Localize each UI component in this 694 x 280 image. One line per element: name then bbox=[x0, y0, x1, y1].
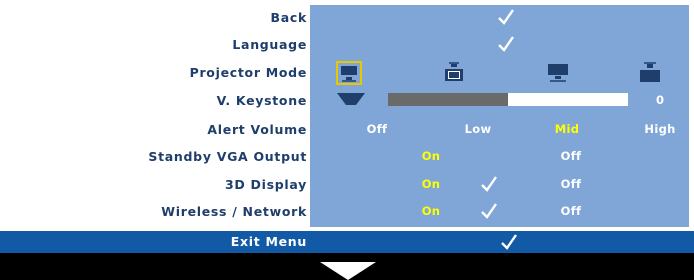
standby-vga-output-label: Standby VGA Output bbox=[148, 149, 307, 164]
alert-volume-option-high[interactable]: High bbox=[644, 117, 675, 142]
menu-row-exit[interactable]: Exit Menu bbox=[0, 231, 694, 253]
v-keystone-label: V. Keystone bbox=[216, 93, 307, 108]
checkmark-icon bbox=[481, 203, 497, 219]
language-label: Language bbox=[232, 37, 307, 52]
menu-row-3d-display: 3D Display On Off bbox=[0, 172, 694, 197]
front-projection-ceiling-icon[interactable] bbox=[637, 61, 663, 85]
v-keystone-slider-fill bbox=[388, 93, 508, 106]
menu-row-projector-mode: Projector Mode bbox=[0, 60, 694, 85]
3d-display-option-on[interactable]: On bbox=[422, 172, 441, 197]
checkmark-icon bbox=[498, 9, 514, 25]
alert-volume-option-mid[interactable]: Mid bbox=[555, 117, 580, 142]
menu-row-back[interactable]: Back bbox=[0, 5, 694, 30]
menu-row-v-keystone: V. Keystone 0 bbox=[0, 92, 694, 117]
v-keystone-slider[interactable] bbox=[388, 93, 628, 106]
3d-display-label: 3D Display bbox=[225, 177, 307, 192]
menu-row-language[interactable]: Language bbox=[0, 32, 694, 57]
keystone-trapezoid-icon bbox=[337, 93, 365, 105]
wireless-network-option-off[interactable]: Off bbox=[561, 199, 582, 224]
front-projection-desktop-icon[interactable] bbox=[336, 61, 362, 85]
checkmark-icon bbox=[481, 176, 497, 192]
standby-vga-option-off[interactable]: Off bbox=[561, 144, 582, 169]
back-label: Back bbox=[270, 10, 307, 25]
menu-row-wireless-network: Wireless / Network On Off bbox=[0, 199, 694, 224]
rear-projection-ceiling-icon[interactable] bbox=[441, 61, 467, 85]
menu-row-standby-vga-output: Standby VGA Output On Off bbox=[0, 144, 694, 169]
alert-volume-label: Alert Volume bbox=[207, 122, 307, 137]
alert-volume-option-off[interactable]: Off bbox=[367, 117, 388, 142]
checkmark-icon bbox=[501, 234, 517, 250]
v-keystone-value: 0 bbox=[656, 93, 665, 107]
wireless-network-option-on[interactable]: On bbox=[422, 199, 441, 224]
projector-osd-menu: Back Language Projector Mode V. Keystone… bbox=[0, 0, 694, 280]
exit-menu-label: Exit Menu bbox=[230, 234, 307, 249]
alert-volume-option-low[interactable]: Low bbox=[465, 117, 492, 142]
standby-vga-option-on[interactable]: On bbox=[422, 144, 441, 169]
wireless-network-label: Wireless / Network bbox=[161, 204, 307, 219]
rear-projection-desktop-icon[interactable] bbox=[545, 61, 571, 85]
scroll-down-arrow-icon[interactable] bbox=[320, 262, 376, 280]
projector-mode-label: Projector Mode bbox=[189, 65, 307, 80]
checkmark-icon bbox=[498, 36, 514, 52]
menu-row-alert-volume: Alert Volume Off Low Mid High bbox=[0, 117, 694, 142]
3d-display-option-off[interactable]: Off bbox=[561, 172, 582, 197]
